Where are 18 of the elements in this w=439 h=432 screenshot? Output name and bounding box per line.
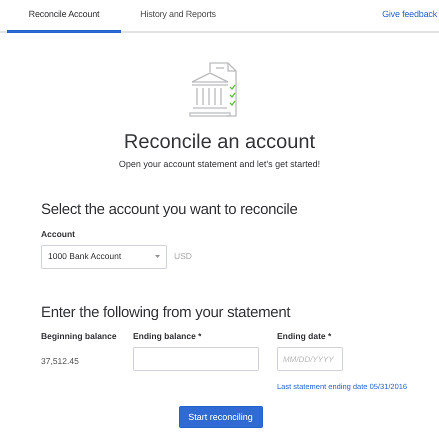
page-title: Reconcile an account xyxy=(122,130,316,154)
start-reconciling-button[interactable]: Start reconciling xyxy=(178,406,262,428)
feedback-link[interactable]: Give feedback xyxy=(382,0,439,31)
tab[interactable]: Reconcile Account xyxy=(7,0,121,33)
field-label: Ending date * xyxy=(277,330,332,343)
field-label: Beginning balance xyxy=(41,330,118,343)
ending-balance-field[interactable] xyxy=(133,347,259,371)
page-subtitle: Open your account statement and let's get started! xyxy=(118,158,322,171)
currency-label: USD xyxy=(174,250,192,264)
field-label: Ending balance * xyxy=(133,330,202,343)
field-label: Account xyxy=(41,228,76,241)
account-select[interactable]: 1000 Bank Account xyxy=(41,244,167,269)
section-heading: Enter the following from your statement xyxy=(41,302,292,323)
section-heading: Select the account you want to reconcile xyxy=(41,200,298,220)
tab[interactable]: History and Reports xyxy=(121,0,235,33)
beginning-balance-value: 37,512.45 xyxy=(41,355,80,368)
caret-icon xyxy=(155,255,160,258)
ending-date-field[interactable]: MM/DD/YYYY xyxy=(277,347,343,371)
